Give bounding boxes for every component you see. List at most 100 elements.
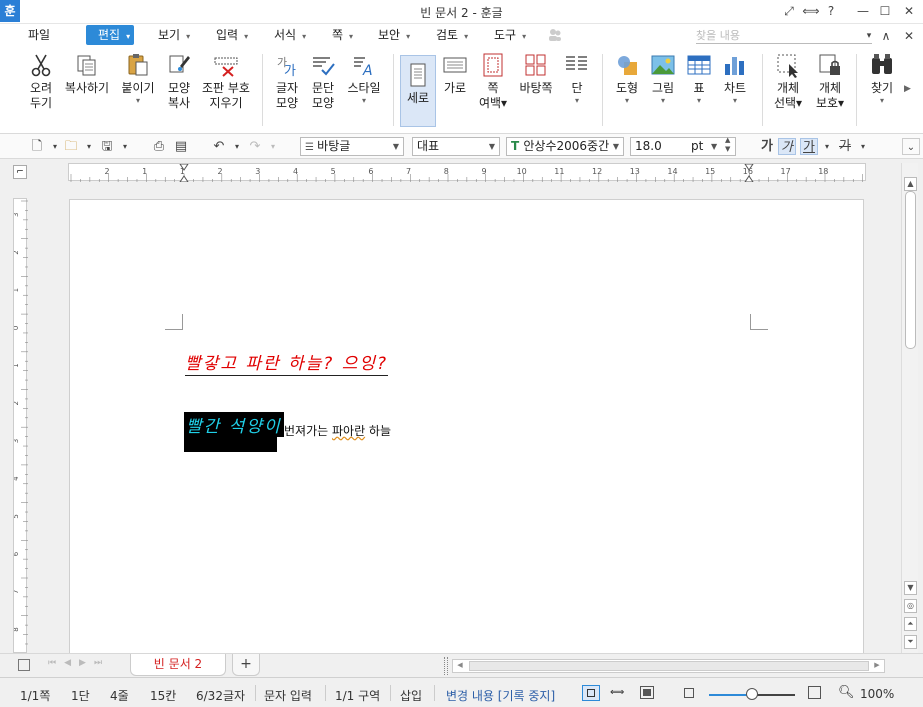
open-folder-icon[interactable]: 🗀 xyxy=(62,138,80,155)
menu-view[interactable]: 보기 ▾ xyxy=(158,25,190,45)
vertical-ruler[interactable]: 3 2 1 0 1 2 3 4 5 6 7 8 xyxy=(12,198,28,653)
chevron-down-icon[interactable]: ▾ xyxy=(818,138,836,155)
zoom-level[interactable]: 100% xyxy=(860,687,894,701)
status-page[interactable]: 1/1쪽 xyxy=(20,687,50,704)
splitter-handle[interactable] xyxy=(444,657,448,675)
shapes-button[interactable]: 도형 ▾ xyxy=(610,52,644,106)
protect-object-button[interactable]: 개체 보호▾ xyxy=(812,52,848,111)
undo-icon[interactable]: ↶ xyxy=(210,138,228,155)
page-toggle-icon[interactable]: ◎ xyxy=(904,599,917,613)
menu-edit[interactable]: 편집 ▾ xyxy=(86,25,135,45)
ruler-corner-icon[interactable]: ⌐ xyxy=(13,165,27,179)
table-button[interactable]: 표 ▾ xyxy=(684,52,714,106)
bold-button[interactable]: 가 xyxy=(758,138,776,155)
zoom-in-icon[interactable] xyxy=(808,686,821,699)
chart-button[interactable]: 차트 ▾ xyxy=(718,52,752,106)
menu-security[interactable]: 보안 ▾ xyxy=(378,25,410,45)
font-select[interactable]: T 안상수2006중간 ▼ xyxy=(506,137,624,156)
chevron-down-icon[interactable]: ▾ xyxy=(228,138,246,155)
view-page-icon[interactable] xyxy=(582,685,600,701)
style-select[interactable]: ☰ 바탕글 ▼ xyxy=(300,137,404,156)
print-icon[interactable]: ⎙ xyxy=(150,138,168,155)
maximize-button[interactable]: ☐ xyxy=(874,2,896,20)
find-button[interactable]: 찾기 ▾ xyxy=(864,52,900,106)
chevron-down-icon[interactable]: ▾ xyxy=(80,138,98,155)
save-icon[interactable]: 🖫 xyxy=(98,138,116,155)
scroll-left-icon[interactable]: ◀ xyxy=(454,661,466,671)
master-page-button[interactable]: 바탕쪽 xyxy=(516,52,556,96)
close-doc-icon[interactable]: ✕ xyxy=(898,27,920,45)
landscape-button[interactable]: 가로 xyxy=(438,52,472,96)
scroll-right-icon[interactable]: ▶ xyxy=(871,661,883,671)
menu-insert[interactable]: 입력 ▾ xyxy=(216,25,248,45)
scroll-thumb[interactable] xyxy=(905,191,916,349)
find-input[interactable]: 찾을 내용 xyxy=(696,27,872,44)
clear-marks-button[interactable]: 조판 부호 지우기 xyxy=(200,52,252,111)
status-insert[interactable]: 삽입 xyxy=(400,687,422,704)
chevron-down-icon[interactable]: ▾ xyxy=(264,138,282,155)
zoom-slider-knob[interactable] xyxy=(746,688,758,700)
vertical-scrollbar[interactable]: ▲ ▼ ◎ ⏶ ⏷ xyxy=(901,163,918,653)
new-document-icon[interactable]: 🗋 xyxy=(28,138,46,155)
font-size-field[interactable]: 18.0 pt ▼ ▲ ▼ xyxy=(630,136,736,156)
add-tab-button[interactable]: + xyxy=(232,654,260,676)
help-icon[interactable]: ? xyxy=(820,2,842,20)
columns-button[interactable]: 단 ▾ xyxy=(562,52,592,106)
chevron-down-icon[interactable]: ▾ xyxy=(116,138,134,155)
char-shape-button[interactable]: 가가 글자 모양 xyxy=(270,52,304,111)
language-select[interactable]: 대표 ▼ xyxy=(412,137,500,156)
highlighted-text[interactable]: 빨간 석양이 xyxy=(184,412,284,437)
status-input-mode[interactable]: 문자 입력 xyxy=(264,687,312,704)
paste-button[interactable]: 붙이기 ▾ xyxy=(118,52,158,106)
prev-page-icon[interactable]: ⏶ xyxy=(904,617,917,631)
tab-nav-icons[interactable]: ⏮◀▶⏭ xyxy=(48,658,110,668)
tab-document[interactable]: 빈 문서 2 xyxy=(130,654,226,676)
picture-button[interactable]: 그림 ▾ xyxy=(648,52,678,106)
menu-format[interactable]: 서식 ▾ xyxy=(274,25,306,45)
redo-icon[interactable]: ↷ xyxy=(246,138,264,155)
horizontal-ruler[interactable]: 2 1 1 2 3 4 5 6 7 8 9 10 11 12 13 14 15 16 17 18 xyxy=(68,163,866,183)
menu-file[interactable]: 파일 xyxy=(28,25,50,45)
next-page-icon[interactable]: ⏷ xyxy=(904,635,917,649)
page[interactable]: 빨갛고 파란 하늘? 으잉? 빨간 석양이 번져가는 파아란 하늘 xyxy=(69,199,864,653)
scroll-up-icon[interactable]: ▲ xyxy=(904,177,917,191)
scroll-thumb[interactable] xyxy=(469,661,869,671)
menu-page[interactable]: 쪽 ▾ xyxy=(332,25,353,45)
tab-list-icon[interactable] xyxy=(18,659,30,671)
select-object-button[interactable]: 개체 선택▾ xyxy=(770,52,806,111)
horizontal-scrollbar[interactable]: ◀ ▶ xyxy=(452,659,885,673)
scroll-down-icon[interactable]: ▼ xyxy=(904,581,917,595)
page-margin-button[interactable]: 쪽 여백▾ xyxy=(476,52,510,111)
cut-button[interactable]: 오려 두기 xyxy=(24,52,58,111)
portrait-button[interactable]: 세로 xyxy=(400,55,436,127)
menu-tools[interactable]: 도구 ▾ xyxy=(494,25,526,45)
italic-button[interactable]: 가 xyxy=(778,138,796,155)
minimize-button[interactable]: — xyxy=(852,2,874,20)
magnifier-icon[interactable]: 🔍︎ xyxy=(838,685,855,700)
people-icon[interactable] xyxy=(548,28,562,42)
view-width-icon[interactable]: ⟺ xyxy=(610,687,624,698)
copy-button[interactable]: 복사하기 xyxy=(63,52,111,96)
zoom-out-icon[interactable] xyxy=(684,688,694,698)
split-view-icon[interactable]: ⟺ xyxy=(800,2,822,20)
spellcheck-word[interactable]: 파아란 xyxy=(332,424,365,438)
status-track-changes[interactable]: 변경 내용 [기록 중지] xyxy=(446,687,555,704)
para-shape-button[interactable]: 문단 모양 xyxy=(306,52,340,111)
preview-icon[interactable]: ▤ xyxy=(172,138,190,155)
style-button[interactable]: A 스타일 ▾ xyxy=(344,52,384,106)
spinner-icon[interactable]: ▲ ▼ xyxy=(725,136,730,154)
menu-review[interactable]: 검토 ▾ xyxy=(436,25,468,45)
document-area[interactable]: 빨갛고 파란 하늘? 으잉? 빨간 석양이 번져가는 파아란 하늘 xyxy=(28,183,901,653)
text-line-2[interactable]: 번져가는 파아란 하늘 xyxy=(284,422,391,439)
text-line-1[interactable]: 빨갛고 파란 하늘? 으잉? xyxy=(185,349,389,376)
toolbar-expand-icon[interactable]: ⌄ xyxy=(902,138,920,155)
view-full-icon[interactable] xyxy=(640,686,654,699)
close-button[interactable]: ✕ xyxy=(898,2,920,20)
ribbon-scroll-right-icon[interactable]: ▶ xyxy=(904,84,911,94)
underline-button[interactable]: 가 xyxy=(800,138,818,155)
format-painter-button[interactable]: 모양 복사 xyxy=(162,52,196,111)
collapse-ribbon-icon[interactable]: ∧ xyxy=(875,27,897,45)
chevron-down-icon[interactable]: ▾ xyxy=(854,138,872,155)
strikethrough-button[interactable]: 가 xyxy=(836,138,854,155)
fullscreen-icon[interactable]: ⤢ xyxy=(778,2,800,20)
